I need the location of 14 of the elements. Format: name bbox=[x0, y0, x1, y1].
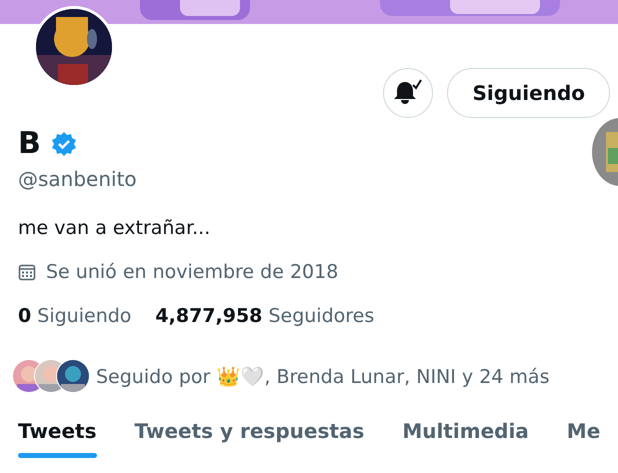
join-date: Se unió en noviembre de 2018 bbox=[46, 261, 338, 283]
profile-tab[interactable]: Tweets bbox=[18, 419, 97, 458]
following-button[interactable]: Siguiendo bbox=[447, 68, 610, 118]
follow-stat-link[interactable]: 4,877,958 Seguidores bbox=[155, 305, 374, 327]
follow-stat-link[interactable]: 0 Siguiendo bbox=[18, 305, 132, 327]
profile-tab[interactable]: Tweets y respuestas bbox=[134, 419, 364, 458]
profile-name: B bbox=[18, 126, 41, 161]
profile-tab[interactable]: Me bbox=[566, 419, 600, 458]
followed-by-text[interactable]: Seguido por 👑🤍, Brenda Lunar, NINI y 24 más bbox=[96, 364, 550, 388]
calendar-icon bbox=[18, 263, 36, 281]
profile-tab[interactable]: Multimedia bbox=[402, 419, 529, 458]
profile-handle: @sanbenito bbox=[18, 167, 138, 191]
bell-icon bbox=[393, 79, 424, 107]
profile-bio: me van a extrañar... bbox=[18, 217, 212, 239]
